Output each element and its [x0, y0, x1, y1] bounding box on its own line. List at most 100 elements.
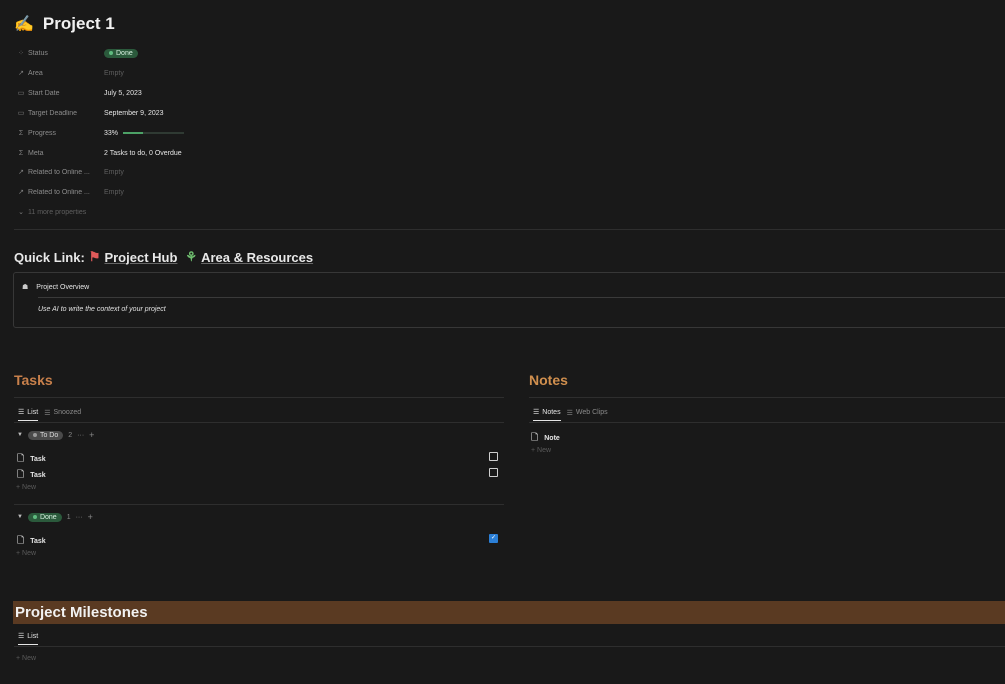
triangle-down-icon[interactable]: ▼ [17, 432, 23, 438]
new-task-button[interactable]: + New [16, 550, 36, 557]
status-badge: To Do [27, 430, 64, 440]
property-related-1[interactable]: ↗ Related to Online ... Empty [17, 165, 317, 179]
group-header-todo[interactable]: ▼ To Do 2 ··· + [17, 430, 94, 440]
task-row[interactable]: 🗋 Task [17, 533, 46, 549]
divider [14, 504, 504, 505]
more-properties-label: 11 more properties [28, 208, 87, 216]
property-label: Target Deadline [28, 109, 78, 117]
note-title[interactable]: Note [544, 435, 560, 442]
property-label: Area [28, 69, 43, 77]
status-badge: Done [27, 512, 62, 522]
property-progress[interactable]: Σ Progress 33% [17, 126, 317, 140]
list-icon: ☰ [44, 409, 51, 417]
property-value[interactable]: Done [104, 48, 138, 58]
more-properties-toggle[interactable]: ⌄ 11 more properties [17, 205, 317, 219]
property-target-deadline[interactable]: ▭ Target Deadline September 9, 2023 [17, 106, 317, 120]
robot-icon: ☗ [22, 284, 29, 291]
new-task-button[interactable]: + New [16, 484, 36, 491]
calendar-icon: ▭ [17, 90, 25, 97]
property-value[interactable]: Empty [104, 189, 124, 196]
callout-body[interactable]: Use AI to write the context of your proj… [38, 306, 166, 313]
spinner-icon: ⁘ [18, 50, 24, 57]
property-label: Progress [28, 129, 57, 137]
document-icon: 🗋 [17, 535, 25, 545]
property-value[interactable]: September 9, 2023 [104, 110, 164, 117]
calendar-icon: ▭ [17, 110, 25, 117]
quick-link-label: Quick Link: [14, 249, 85, 265]
task-title[interactable]: Task [30, 472, 45, 479]
property-value[interactable]: Empty [104, 169, 124, 176]
divider [14, 646, 1005, 647]
property-label: Related to Online ... [28, 168, 90, 176]
more-icon[interactable]: ··· [76, 514, 83, 521]
document-icon: 🗋 [531, 432, 539, 442]
plus-icon[interactable]: + [88, 512, 93, 522]
list-icon: ☰ [533, 409, 540, 416]
divider [14, 397, 504, 398]
quick-link-area-resources[interactable]: Area & Resources [201, 250, 313, 265]
task-checkbox-checked[interactable]: ✓ [489, 534, 498, 543]
milestones-heading: Project Milestones [15, 604, 148, 621]
task-row[interactable]: 🗋 Task [17, 451, 46, 467]
arrow-ne-icon: ↗ [18, 189, 24, 196]
notes-tabs: ☰ Notes ☰ Web Clips [533, 408, 608, 421]
task-checkbox[interactable] [489, 452, 498, 461]
task-row[interactable]: 🗋 Task [17, 467, 46, 483]
callout-title[interactable]: Project Overview [36, 284, 89, 291]
group-count: 2 [68, 431, 73, 439]
task-title[interactable]: Task [30, 456, 45, 463]
progress-bar [123, 132, 185, 134]
triangle-down-icon[interactable]: ▼ [17, 514, 23, 520]
tab-snoozed[interactable]: ☰ Snoozed [44, 408, 81, 421]
quick-links: Quick Link: ⚑ Project Hub ⚘ Area & Resou… [14, 249, 313, 265]
group-header-done[interactable]: ▼ Done 1 ··· + [17, 512, 93, 522]
chevron-down-icon: ⌄ [18, 209, 24, 216]
arrow-ne-icon: ↗ [18, 169, 24, 176]
project-overview-callout: ☗ Project Overview Use AI to write the c… [13, 272, 1005, 328]
property-label: Related to Online ... [28, 188, 90, 196]
property-value: 2 Tasks to do, 0 Overdue [104, 149, 182, 157]
divider [14, 229, 1005, 230]
property-related-2[interactable]: ↗ Related to Online ... Empty [17, 185, 317, 199]
task-checkbox[interactable] [489, 468, 498, 477]
callout-header: ☗ Project Overview [22, 283, 89, 292]
task-title[interactable]: Task [30, 538, 45, 545]
divider [14, 422, 504, 423]
property-value[interactable]: Empty [104, 70, 124, 77]
tasks-tabs: ☰ List ☰ Snoozed [18, 408, 81, 421]
arrow-ne-icon: ↗ [18, 70, 24, 77]
tab-web-clips[interactable]: ☰ Web Clips [567, 408, 608, 421]
property-label: Status [28, 49, 48, 57]
more-icon[interactable]: ··· [77, 432, 84, 439]
property-area[interactable]: ↗ Area Empty [17, 66, 317, 80]
status-badge[interactable]: Done [104, 48, 138, 58]
notes-heading: Notes [529, 372, 568, 388]
list-icon: ☰ [18, 633, 25, 640]
property-status[interactable]: ⁘ Status Done [17, 46, 317, 60]
list-icon: ☰ [18, 409, 25, 416]
property-value: 33% [104, 129, 185, 137]
writing-hand-icon: ✍ [14, 16, 34, 33]
note-row[interactable]: 🗋 Note [531, 430, 560, 446]
property-start-date[interactable]: ▭ Start Date July 5, 2023 [17, 86, 317, 100]
divider [529, 422, 1005, 423]
milestones-tabs: ☰ List [18, 632, 39, 645]
new-note-button[interactable]: + New [531, 447, 551, 454]
property-value[interactable]: July 5, 2023 [104, 90, 142, 97]
page-title[interactable]: Project 1 [43, 14, 115, 34]
sigma-icon: Σ [18, 129, 24, 137]
new-milestone-button[interactable]: + New [16, 655, 36, 662]
project-hub-icon: ⚑ [88, 249, 101, 264]
list-icon: ☰ [566, 409, 573, 417]
tab-list[interactable]: ☰ List [18, 632, 39, 645]
property-meta[interactable]: Σ Meta 2 Tasks to do, 0 Overdue [17, 146, 317, 160]
divider [529, 397, 1005, 398]
document-icon: 🗋 [17, 453, 25, 463]
tab-notes[interactable]: ☰ Notes [533, 408, 561, 421]
plus-icon[interactable]: + [89, 430, 94, 440]
sigma-icon: Σ [18, 149, 24, 157]
quick-link-project-hub[interactable]: Project Hub [104, 250, 177, 265]
property-label: Start Date [28, 89, 60, 97]
tab-list[interactable]: ☰ List [18, 408, 39, 421]
progress-text: 33% [104, 129, 119, 137]
